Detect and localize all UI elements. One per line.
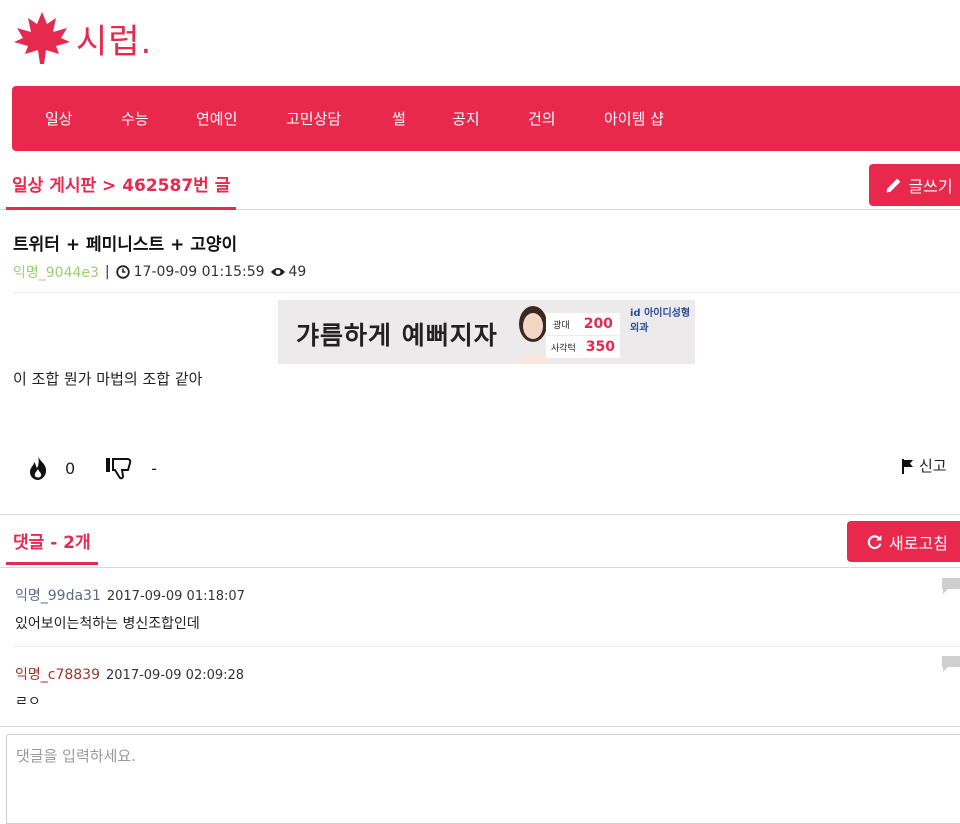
comment-body: 있어보이는척하는 병신조합인데 [15,616,200,632]
thumbs-down-icon[interactable] [105,456,135,480]
comments-header: 댓글 - 2개 [0,514,960,568]
post-body: 이 조합 뭔가 마법의 조합 같아 [13,370,203,388]
post-datetime: 17-09-09 01:15:59 [133,264,265,280]
post-divider [13,292,960,293]
ad-price-box-2: 사각턱 350 [546,336,620,358]
ad-headline: 갸름하게 예뻐지자 [296,321,498,350]
dislike-count: - [151,458,157,478]
like-count: 0 [65,458,76,478]
refresh-button-label: 새로고침 [889,533,948,553]
write-button-label: 글쓰기 [908,177,953,196]
pencil-icon [887,178,901,192]
comments-end-divider [0,726,960,727]
write-button[interactable]: 글쓰기 [869,164,960,206]
ad-item2-label: 사각턱 [550,343,576,354]
comment-meta: 익명_99da31 2017-09-09 01:18:07 [15,585,245,605]
post-meta: 익명_9044e3 | 17-09-09 01:15:59 49 [13,262,306,282]
main-navbar: 일상 수능 연예인 고민상담 썰 공지 건의 아이템 샵 [12,86,960,151]
comment-author[interactable]: 익명_c78839 [15,667,100,683]
nav-item-story[interactable]: 썰 [392,108,406,129]
ad-price-box-1: 광대 200 [546,313,620,335]
report-label: 신고 [919,457,947,475]
breadcrumb[interactable]: 일상 게시판 > 462587번 글 [6,160,237,210]
comment-item: 익명_99da31 2017-09-09 01:18:07 있어보이는척하는 병신… [0,566,960,646]
post-author[interactable]: 익명_9044e3 [13,262,99,282]
post-views: 49 [288,264,307,280]
reply-icon[interactable] [940,655,960,673]
site-logo[interactable]: 시럽. [12,8,152,68]
ad-item1-value: 200 [583,316,613,332]
maple-leaf-icon [14,12,70,64]
ad-item1-label: 광대 [553,320,570,331]
nav-item-celebrity[interactable]: 연예인 [196,108,237,129]
nav-item-suggestion[interactable]: 건의 [528,108,556,129]
nav-item-counseling[interactable]: 고민상담 [286,108,341,129]
nav-item-daily[interactable]: 일상 [45,108,73,129]
logo-text: 시럽. [76,21,153,62]
refresh-icon [867,535,882,550]
nav-item-exam[interactable]: 수능 [121,108,149,129]
comment-author[interactable]: 익명_99da31 [15,588,101,604]
nav-item-item-shop[interactable]: 아이템 샵 [604,108,664,129]
ad-banner[interactable]: 갸름하게 예뻐지자 광대 200 사각턱 350 id 아이디성형외과 [278,300,695,364]
post-title: 트위터 + 페미니스트 + 고양이 [13,235,238,255]
comment-meta: 익명_c78839 2017-09-09 02:09:28 [15,664,244,684]
comment-input[interactable] [6,734,960,824]
ad-item2-value: 350 [585,339,615,355]
clock-icon [115,265,130,279]
report-button[interactable]: 신고 [901,455,947,476]
fire-icon[interactable] [27,455,49,481]
eye-icon [270,268,285,276]
comment-datetime: 2017-09-09 02:09:28 [106,668,245,683]
meta-divider: | [104,264,110,280]
refresh-button[interactable]: 새로고침 [847,521,960,562]
comment-item: 익명_c78839 2017-09-09 02:09:28 ㄹㅇ [0,646,960,726]
vote-bar: 0 - [27,455,157,481]
reply-icon[interactable] [940,577,960,595]
comments-count: 댓글 - 2개 [6,515,98,565]
comment-body: ㄹㅇ [15,694,41,710]
nav-item-notice[interactable]: 공지 [452,108,480,129]
ad-brand: id 아이디성형외과 [630,308,691,334]
comment-datetime: 2017-09-09 01:18:07 [106,589,245,604]
flag-icon [902,458,913,474]
board-header: 일상 게시판 > 462587번 글 [0,160,960,210]
